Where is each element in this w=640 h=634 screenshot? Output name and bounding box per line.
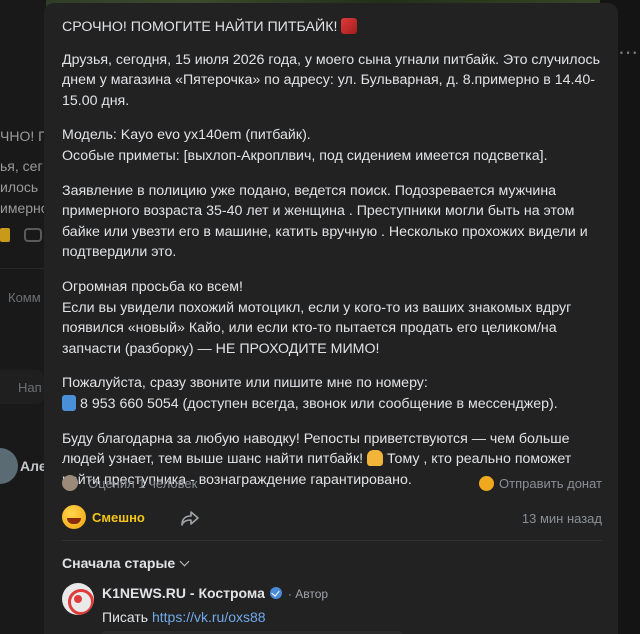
background-post-line: имерно [0, 200, 49, 216]
post-paragraph: Модель: Kayo evo yx140em (питбайк). Особ… [62, 127, 548, 164]
comments-sort-dropdown[interactable]: Сначала старые [62, 555, 190, 571]
background-input-placeholder: Нап [18, 380, 42, 395]
background-divider [0, 268, 46, 269]
reaction-row: Смешно 13 мин назад [62, 503, 602, 533]
rater-avatar[interactable] [62, 475, 78, 491]
post-paragraph: Пожалуйста, сразу звоните или пишите мне… [62, 373, 602, 414]
post-time: 13 мин назад [521, 511, 602, 526]
more-icon: ⋯ [618, 42, 639, 64]
comments-sort-label: Сначала старые [62, 555, 176, 571]
background-comment-icon [24, 228, 42, 242]
background-like-icon [0, 228, 10, 242]
background-comments-label: Комм [8, 290, 41, 305]
post-text: СРОЧНО! ПОМОГИТЕ НАЙТИ ПИТБАЙК! Друзья, … [62, 17, 602, 504]
post-title: СРОЧНО! ПОМОГИТЕ НАЙТИ ПИТБАЙК! [62, 17, 602, 38]
comment-text-prefix: Писать [102, 609, 152, 625]
phone-number-text: 8 953 660 5054 (доступен всегда, звонок … [80, 395, 558, 412]
post-meta-row: Оценил 1 человек Отправить донат [62, 473, 602, 495]
verified-icon [269, 587, 282, 599]
motorcycle-emoji-icon [341, 18, 358, 34]
donate-button[interactable]: Отправить донат [479, 476, 602, 491]
comment-author-name[interactable]: K1NEWS.RU - Кострома [102, 585, 265, 601]
rated-count[interactable]: Оценил 1 человек [88, 476, 197, 491]
donate-label: Отправить донат [499, 476, 602, 491]
phone-emoji-icon [62, 394, 76, 411]
comment-author: K1NEWS.RU - Кострома · Автор [102, 585, 328, 601]
reaction-label[interactable]: Смешно [92, 510, 145, 525]
post-paragraph: Огромная просьба ко всем! Если вы увидел… [62, 278, 572, 357]
chevron-down-icon [179, 556, 190, 567]
post-paragraph: Заявление в полицию уже подано, ведется … [62, 182, 588, 261]
coin-icon [479, 476, 495, 491]
comment-author-avatar[interactable] [62, 583, 94, 615]
comment-text: Писать https://vk.ru/oxs88 [102, 609, 266, 625]
background-post [0, 0, 46, 634]
background-post-title: ЧНО! П [0, 128, 49, 144]
author-badge: · Автор [287, 587, 329, 601]
laugh-icon[interactable] [62, 505, 86, 529]
share-icon[interactable] [180, 508, 200, 528]
background-author-name: Але [20, 458, 47, 474]
background-post-line: илось [0, 179, 39, 195]
background-post-line: ья, сег [0, 158, 43, 174]
post-paragraph: Друзья, сегодня, 15 июля 2026 года, у мо… [62, 51, 601, 109]
post-modal: СРОЧНО! ПОМОГИТЕ НАЙТИ ПИТБАЙК! Друзья, … [44, 3, 618, 634]
divider [62, 540, 602, 541]
comment-link[interactable]: https://vk.ru/oxs88 [152, 609, 266, 625]
pray-emoji-icon [367, 450, 384, 467]
post-title-text: СРОЧНО! ПОМОГИТЕ НАЙТИ ПИТБАЙК! [62, 19, 338, 35]
post-paragraph-line: Пожалуйста, сразу звоните или пишите мне… [62, 375, 428, 392]
